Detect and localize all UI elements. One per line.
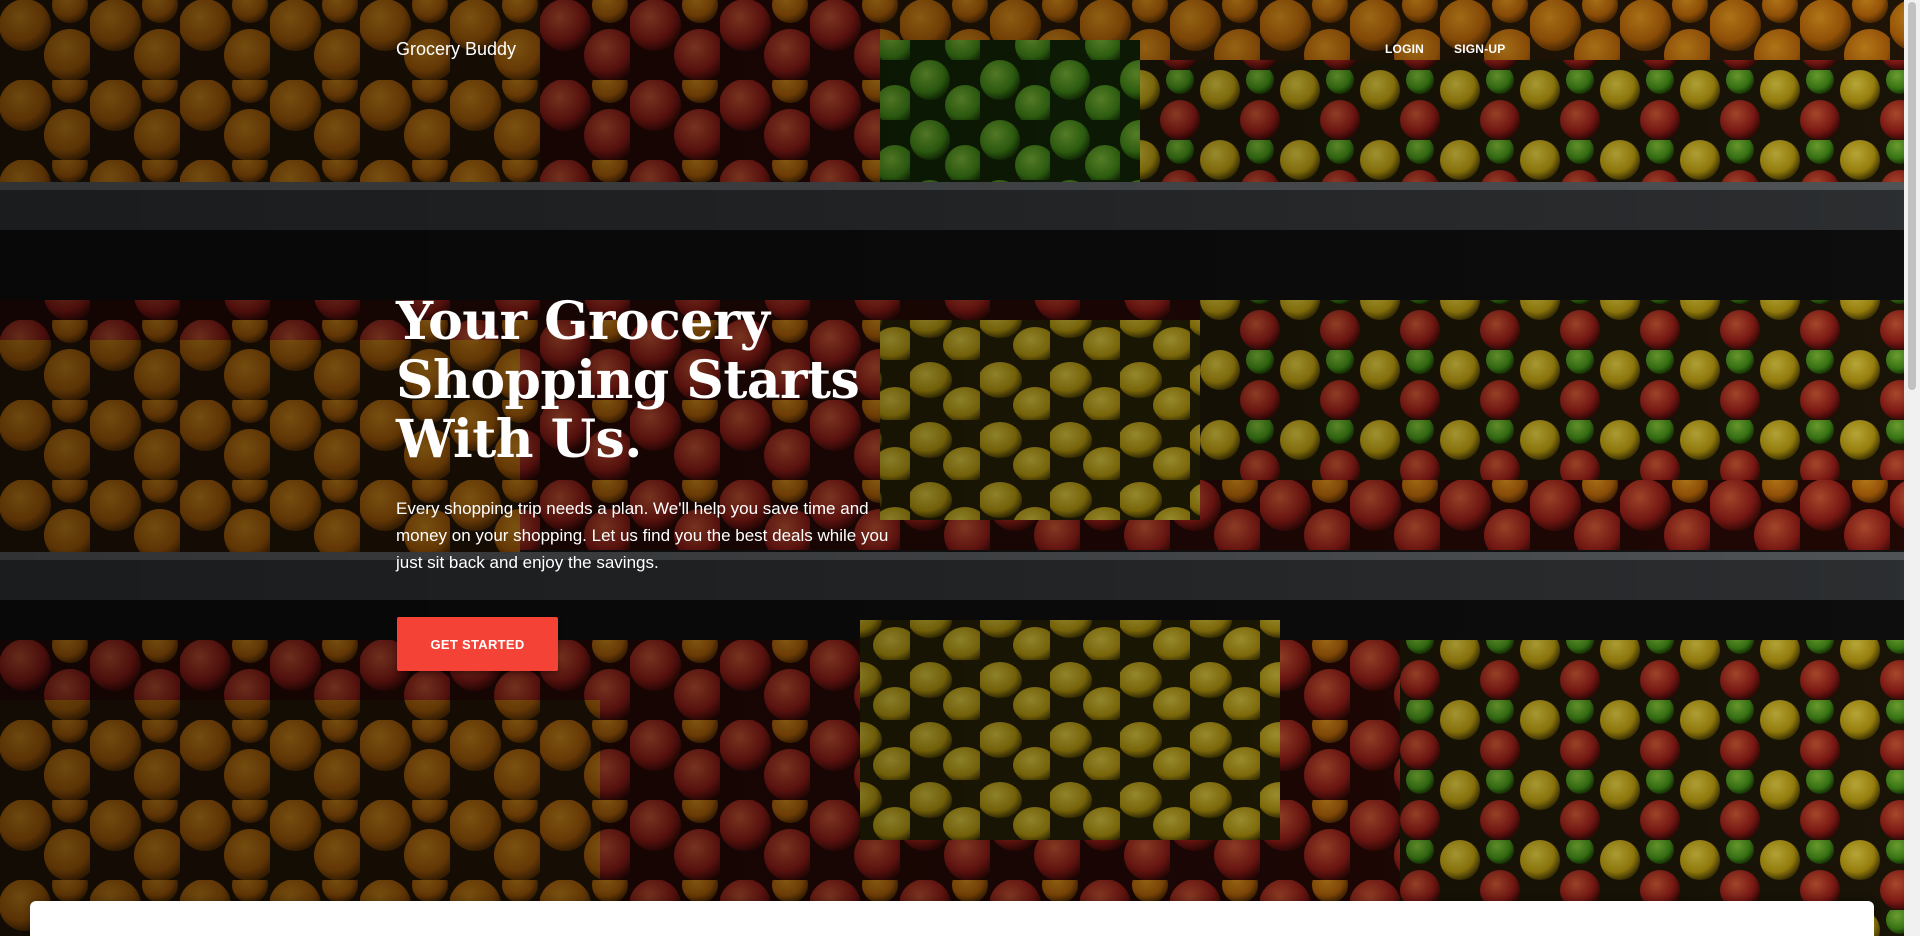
brand-logo-link[interactable]: Grocery Buddy <box>396 39 516 60</box>
page-scrollbar[interactable] <box>1904 0 1920 936</box>
hero-title: Your Grocery Shopping Starts With Us. <box>396 292 926 469</box>
hero-title-line-2: Shopping Starts <box>396 350 860 411</box>
hero-description: Every shopping trip needs a plan. We'll … <box>396 499 889 572</box>
nav-links: LOGIN SIGN-UP <box>1370 42 1520 56</box>
login-link[interactable]: LOGIN <box>1370 42 1439 56</box>
hero-title-line-3: With Us. <box>396 409 642 470</box>
scrollbar-thumb[interactable] <box>1908 2 1916 390</box>
signup-link[interactable]: SIGN-UP <box>1439 42 1520 56</box>
main-content-card <box>30 901 1874 936</box>
get-started-button[interactable]: GET STARTED <box>397 617 558 671</box>
hero-title-line-1: Your Grocery <box>396 291 770 352</box>
hero-dark-overlay <box>0 0 1904 936</box>
top-navbar: Grocery Buddy LOGIN SIGN-UP <box>0 0 1904 100</box>
hero-section: Your Grocery Shopping Starts With Us. Ev… <box>396 292 926 576</box>
landing-page: Grocery Buddy LOGIN SIGN-UP Your Grocery… <box>0 0 1920 936</box>
